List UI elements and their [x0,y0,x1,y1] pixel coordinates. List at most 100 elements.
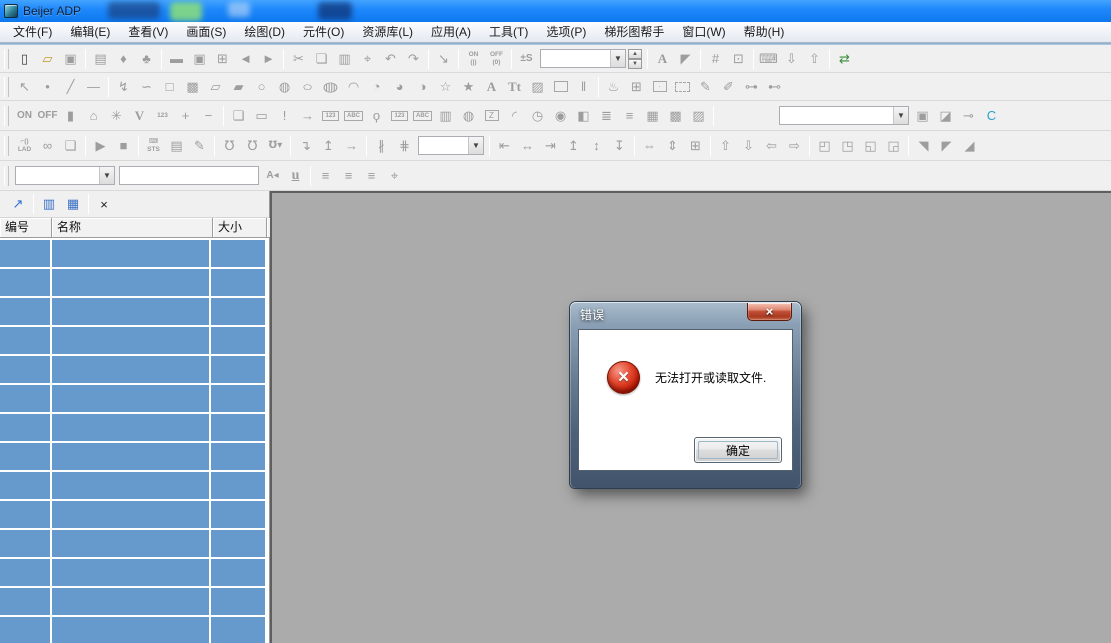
nudge-left-button[interactable]: ⇦ [760,135,783,157]
table-row[interactable] [0,530,269,557]
table-row[interactable] [0,356,269,383]
table-cell-size[interactable] [211,385,265,412]
menu-view[interactable]: 查看(V) [119,22,177,42]
ladder-monitor-button[interactable]: ∞ [36,135,59,157]
table-row[interactable] [0,269,269,296]
jump-page-button[interactable]: → [296,105,319,127]
table-cell-name[interactable] [52,559,211,586]
menu-application[interactable]: 应用(A) [422,22,480,42]
font-combo[interactable]: ▼ [15,166,115,185]
lock-options-button[interactable]: ℧▾ [264,135,287,157]
filled-rect-tool[interactable]: ▩ [181,76,204,98]
flip-horizontal-button[interactable]: ◥ [912,135,935,157]
state-spinner[interactable]: ▲▼ [628,49,642,69]
connector-tool[interactable]: ⊶ [740,76,763,98]
scale-tool[interactable]: ǁ [572,76,595,98]
indicator-element-button[interactable]: ✳ [105,105,128,127]
table-cell-name[interactable] [52,443,211,470]
communication-button[interactable]: ⇄ [833,48,856,70]
table-row[interactable] [0,385,269,412]
state-off-button[interactable]: OFF (0) [485,48,508,70]
v-element-button[interactable]: V [128,105,151,127]
filled-ellipse-tool[interactable]: ◍ [314,76,346,98]
font-size-button[interactable]: A◂ [261,165,284,187]
bring-forward-button[interactable]: ◱ [859,135,882,157]
state-on-button[interactable]: ON (|) [462,48,485,70]
table-row[interactable] [0,559,269,586]
nudge-down-button[interactable]: ⇩ [737,135,760,157]
ok-button[interactable]: 确定 [694,437,782,463]
open-macro-button[interactable]: ▭ [250,105,273,127]
table-cell-size[interactable] [211,588,265,615]
table-cell-number[interactable] [0,530,52,557]
chord-tool[interactable]: ◔ [365,76,388,98]
table-cell-name[interactable] [52,298,211,325]
freeform-tool[interactable]: ∽ [135,76,158,98]
grid-button[interactable]: # [704,48,727,70]
page-copy-button[interactable]: ▤ [165,135,188,157]
contact-closed-button[interactable]: ⋕ [393,135,416,157]
numeric-display-button[interactable]: 123 [388,105,411,127]
stamp-tool[interactable]: ♨ [602,76,625,98]
select-tool[interactable]: ↖ [13,76,36,98]
on-element-button[interactable]: ON [13,105,36,127]
nudge-up-button[interactable]: ⇧ [714,135,737,157]
dot-frame-tool[interactable]: · [648,76,671,98]
lock-button[interactable]: ℧ [218,135,241,157]
table-cell-size[interactable] [211,501,265,528]
screen-preview-button[interactable]: ▣ [188,48,211,70]
cut-button[interactable]: ✂ [287,48,310,70]
menu-library[interactable]: 资源库(L) [353,22,422,42]
detail-view-button[interactable]: ▥ [37,193,61,215]
underline-button[interactable]: u [284,165,307,187]
bulb-element-button[interactable]: ϙ [365,105,388,127]
flip-vertical-button[interactable]: ◤ [935,135,958,157]
screen-edit-button[interactable]: ✎ [188,135,211,157]
table-cell-name[interactable] [52,617,211,643]
upload-button[interactable]: ⇧ [803,48,826,70]
table-cell-size[interactable] [211,617,265,643]
alarm-button[interactable]: ♣ [135,48,158,70]
multistate-button[interactable]: Z [480,105,503,127]
pie2-tool[interactable]: ◑ [411,76,434,98]
numeric-entry-button[interactable]: 123 [319,105,342,127]
table-cell-number[interactable] [0,327,52,354]
send-to-back-button[interactable]: ◳ [836,135,859,157]
send-backward-button[interactable]: ◲ [882,135,905,157]
menu-screen[interactable]: 画面(S) [177,22,235,42]
table-cell-size[interactable] [211,472,265,499]
screen-button[interactable]: ▬ [165,48,188,70]
meter-element-button[interactable]: ◜ [503,105,526,127]
redo-button[interactable]: ↷ [402,48,425,70]
rotate-button[interactable]: ◢ [958,135,981,157]
table-cell-name[interactable] [52,472,211,499]
state-frame-button[interactable]: ◪ [934,105,957,127]
table-cell-number[interactable] [0,559,52,586]
off-element-button[interactable]: OFF [36,105,59,127]
table-cell-name[interactable] [52,327,211,354]
device-combo[interactable]: ▼ [418,136,484,155]
lamp-element-button[interactable]: ⌂ [82,105,105,127]
alarm-marker-button[interactable]: ! [273,105,296,127]
table-cell-name[interactable] [52,414,211,441]
grid-settings-button[interactable]: ⊡ [727,48,750,70]
state-combo[interactable]: ▼ [540,49,626,68]
brush-style-tool[interactable]: ✐ [717,76,740,98]
table-row[interactable] [0,443,269,470]
numeric-element-button[interactable]: 123 [151,105,174,127]
properties-button[interactable]: ▤ [89,48,112,70]
lad-view-button[interactable]: ⌐() LAD [13,135,36,157]
bitmap-tool[interactable]: ▨ [526,76,549,98]
circle-tool[interactable]: ○ [250,76,273,98]
table-cell-size[interactable] [211,269,265,296]
list-element-button[interactable]: ≣ [595,105,618,127]
save-button[interactable]: ▣ [59,48,82,70]
table-row[interactable] [0,327,269,354]
transform-button[interactable]: ◤ [674,48,697,70]
rect-tool[interactable]: □ [158,76,181,98]
table-cell-size[interactable] [211,443,265,470]
wire-right-button[interactable]: → [340,135,363,157]
text-tool[interactable]: A [480,76,503,98]
component-library-button[interactable]: C [980,105,1003,127]
run-button[interactable]: ▶ [89,135,112,157]
